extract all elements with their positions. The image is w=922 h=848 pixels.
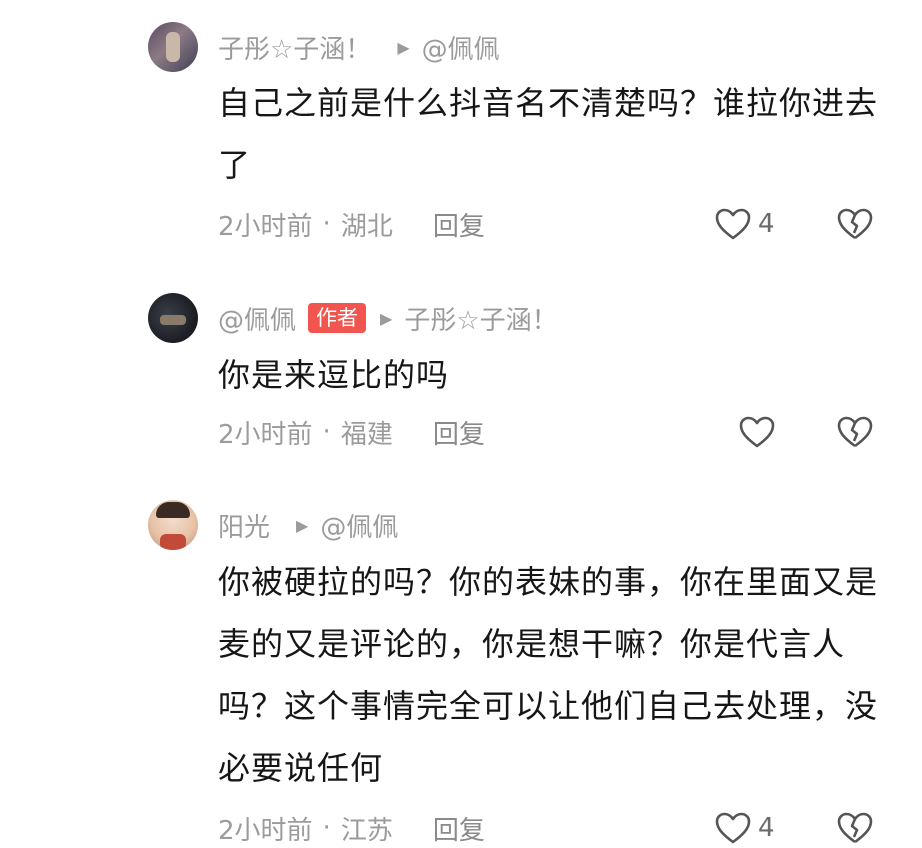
heart-outline-icon bbox=[739, 416, 775, 448]
comment-header: 阳光 ▶ @佩佩 bbox=[218, 507, 398, 544]
like-count: 4 bbox=[758, 209, 775, 239]
comment-header: @佩佩 作者 ▶ 子彤☆子涵！ bbox=[218, 300, 558, 337]
comment-meta: 2小时前 · 江苏 回复 bbox=[218, 808, 485, 848]
dislike-button[interactable] bbox=[836, 412, 874, 452]
comment-text: 你是来逗比的吗 bbox=[218, 356, 450, 394]
like-button[interactable]: 4 bbox=[714, 808, 775, 848]
author-badge: 作者 bbox=[308, 303, 367, 333]
username[interactable]: 子彤☆子涵！ bbox=[218, 29, 371, 66]
location: 江苏 bbox=[340, 815, 393, 846]
play-triangle-icon: ▶ bbox=[380, 308, 393, 328]
username[interactable]: 阳光 bbox=[218, 507, 270, 544]
location: 湖北 bbox=[340, 211, 393, 242]
username[interactable]: @佩佩 bbox=[218, 300, 296, 337]
reply-button[interactable]: 回复 bbox=[433, 414, 485, 451]
reply-to-username[interactable]: 子彤☆子涵！ bbox=[404, 300, 557, 337]
comment-header: 子彤☆子涵！ ▶ @佩佩 bbox=[218, 29, 500, 66]
timestamp: 2小时前 bbox=[218, 419, 313, 450]
like-button[interactable]: 4 bbox=[714, 204, 775, 244]
dislike-button[interactable] bbox=[836, 808, 874, 848]
comment-meta: 2小时前 · 湖北 回复 bbox=[218, 204, 485, 244]
dislike-button[interactable] bbox=[836, 204, 874, 244]
reply-button[interactable]: 回复 bbox=[433, 810, 485, 847]
reply-button[interactable]: 回复 bbox=[433, 206, 485, 243]
like-button[interactable] bbox=[738, 412, 776, 452]
reply-to-username[interactable]: @佩佩 bbox=[422, 29, 500, 66]
play-triangle-icon: ▶ bbox=[397, 37, 410, 57]
comment-text: 自己之前是什么抖音名不清楚吗？谁拉你进去了 bbox=[218, 84, 879, 184]
heart-outline-icon bbox=[715, 208, 751, 240]
heart-outline-icon bbox=[715, 812, 751, 844]
avatar[interactable] bbox=[148, 500, 198, 550]
comment-text: 你被硬拉的吗？你的表妹的事，你在里面又是麦的又是评论的，你是想干嘛？你是代言人吗… bbox=[218, 563, 879, 787]
broken-heart-icon bbox=[837, 812, 873, 844]
avatar[interactable] bbox=[148, 22, 198, 72]
play-triangle-icon: ▶ bbox=[296, 515, 309, 535]
broken-heart-icon bbox=[837, 208, 873, 240]
separator: · bbox=[322, 209, 331, 239]
avatar[interactable] bbox=[148, 293, 198, 343]
comment-meta: 2小时前 · 福建 回复 bbox=[218, 412, 485, 452]
location: 福建 bbox=[340, 419, 393, 450]
reply-to-username[interactable]: @佩佩 bbox=[320, 507, 398, 544]
timestamp: 2小时前 bbox=[218, 815, 313, 846]
separator: · bbox=[322, 813, 331, 843]
like-count: 4 bbox=[758, 813, 775, 843]
separator: · bbox=[322, 417, 331, 447]
broken-heart-icon bbox=[837, 416, 873, 448]
timestamp: 2小时前 bbox=[218, 211, 313, 242]
